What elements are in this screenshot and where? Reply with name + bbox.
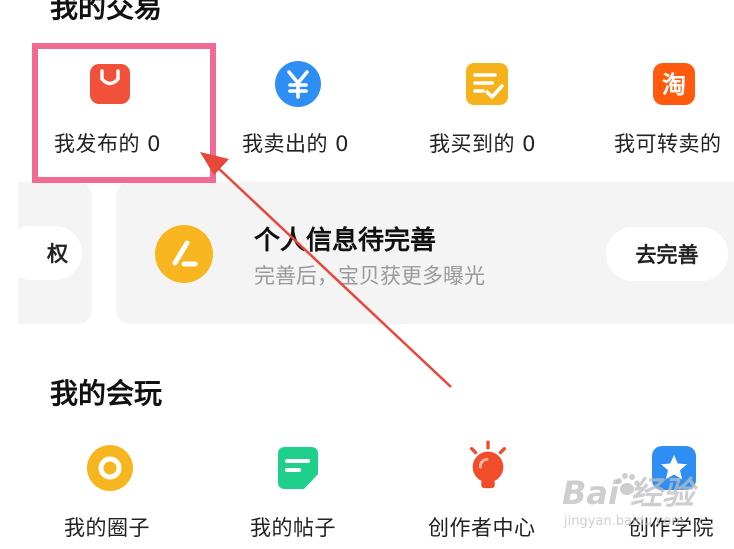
- baidu-jingyan-watermark: Bai 经验 jingyan.baidu.com: [560, 466, 730, 542]
- paw-icon: [614, 472, 640, 502]
- watermark-url: jingyan.baidu.com: [564, 514, 684, 529]
